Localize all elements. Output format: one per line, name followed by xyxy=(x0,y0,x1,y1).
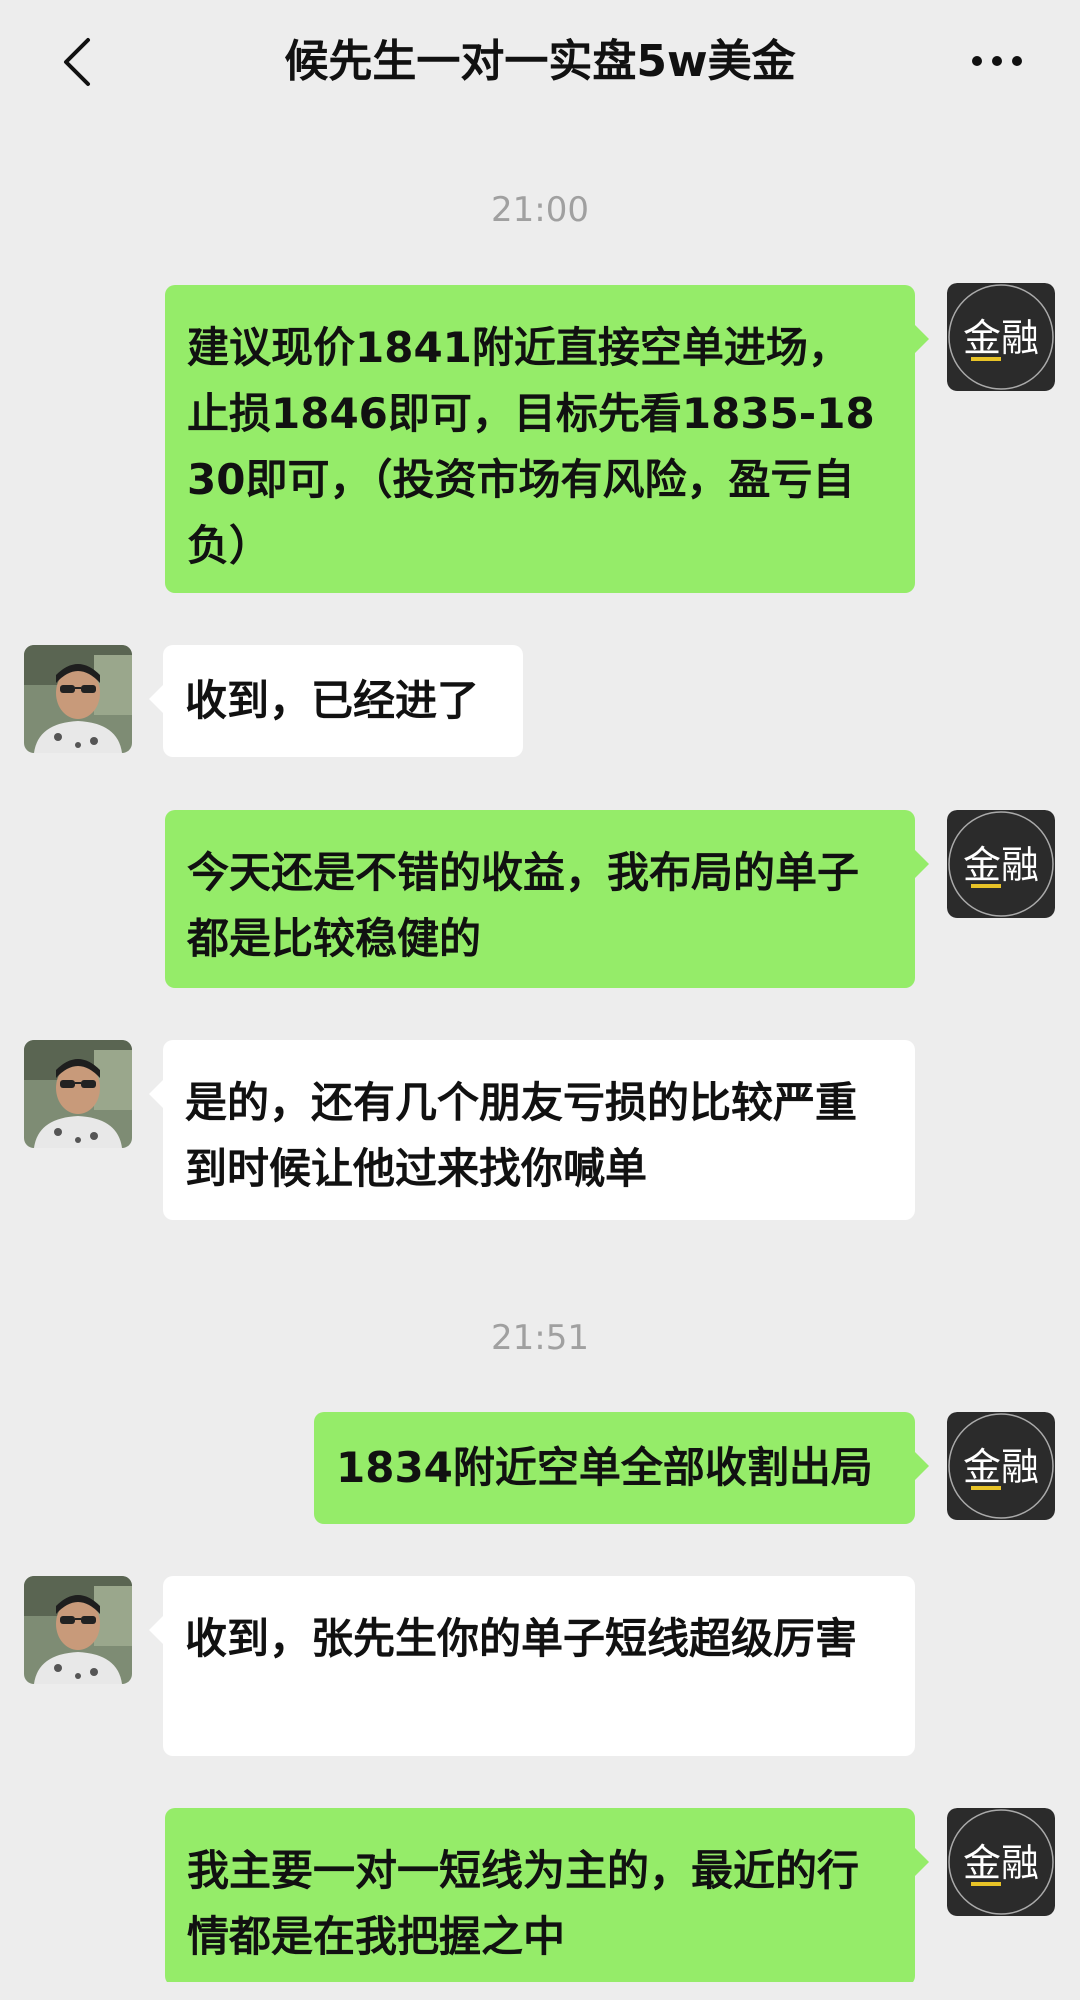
brand-avatar-text: 金融 xyxy=(963,1445,1039,1489)
brand-avatar[interactable]: 金融 xyxy=(947,1808,1055,1916)
user-avatar[interactable] xyxy=(24,645,132,753)
brand-avatar[interactable]: 金融 xyxy=(947,810,1055,918)
chevron-left-icon xyxy=(64,38,90,86)
brand-avatar[interactable]: 金融 xyxy=(947,283,1055,391)
more-dots-icon xyxy=(972,56,1022,66)
outgoing-message-bubble[interactable]: 1834附近空单全部收割出局 xyxy=(314,1412,929,1524)
user-photo-icon xyxy=(24,1040,132,1148)
chat-bottom-edge xyxy=(0,1982,1080,2000)
user-avatar[interactable] xyxy=(24,1040,132,1148)
finance-logo-icon: 金融 xyxy=(947,283,1055,391)
incoming-message-bubble[interactable]: 是的，还有几个朋友亏损的比较严重到时候让他过来找你喊单 xyxy=(149,1040,915,1220)
outgoing-message-bubble[interactable]: 建议现价1841附近直接空单进场，止损1846即可，目标先看1835-1830即… xyxy=(165,285,929,593)
chat-header: 候先生一对一实盘5w美金 xyxy=(0,0,1080,122)
finance-logo-icon: 金融 xyxy=(947,810,1055,918)
outgoing-message-bubble[interactable]: 我主要一对一短线为主的，最近的行情都是在我把握之中 xyxy=(165,1808,929,1986)
chat-title: 候先生一对一实盘5w美金 xyxy=(284,36,796,87)
finance-logo-icon: 金融 xyxy=(947,1412,1055,1520)
brand-avatar-text: 金融 xyxy=(963,316,1039,360)
message-timestamp: 21:51 xyxy=(491,1318,589,1358)
user-photo-icon xyxy=(24,1576,132,1684)
user-avatar[interactable] xyxy=(24,1576,132,1684)
incoming-message-bubble[interactable]: 收到，张先生你的单子短线超级厉害 xyxy=(149,1576,915,1756)
user-photo-icon xyxy=(24,645,132,753)
brand-avatar-text: 金融 xyxy=(963,843,1039,887)
incoming-message-bubble[interactable]: 收到，已经进了 xyxy=(149,645,523,757)
brand-avatar[interactable]: 金融 xyxy=(947,1412,1055,1520)
brand-avatar-text: 金融 xyxy=(963,1841,1039,1885)
message-timestamp: 21:00 xyxy=(491,190,589,230)
outgoing-message-bubble[interactable]: 今天还是不错的收益，我布局的单子都是比较稳健的 xyxy=(165,810,929,988)
more-options-button[interactable] xyxy=(962,36,1032,86)
finance-logo-icon: 金融 xyxy=(947,1808,1055,1916)
back-button[interactable] xyxy=(50,32,110,92)
